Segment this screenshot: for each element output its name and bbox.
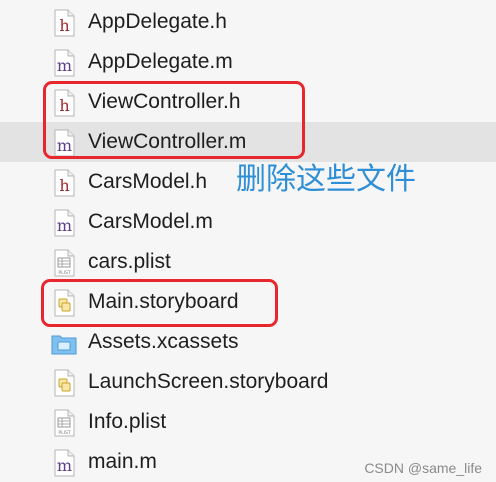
implementation-file-icon: m <box>51 49 77 77</box>
delete-files-annotation: 删除这些文件 <box>236 162 416 197</box>
highlight-box-main-storyboard <box>41 279 278 327</box>
highlight-box-viewcontroller <box>43 81 305 159</box>
header-file-icon: h <box>51 169 77 197</box>
header-file-icon: h <box>51 9 77 37</box>
svg-text:h: h <box>59 176 69 195</box>
implementation-file-icon: m <box>51 209 77 237</box>
file-name-label: CarsModel.m <box>88 210 213 233</box>
file-name-label: LaunchScreen.storyboard <box>88 370 329 393</box>
file-name-label: cars.plist <box>88 250 171 273</box>
asset-catalog-folder-icon <box>51 329 77 357</box>
file-name-label: CarsModel.h <box>88 170 208 193</box>
storyboard-file-icon <box>51 369 77 397</box>
file-row[interactable]: LaunchScreen.storyboard <box>0 362 496 402</box>
svg-text:m: m <box>57 456 72 475</box>
plist-file-icon: PLIST <box>51 409 77 437</box>
file-name-label: main.m <box>88 450 157 473</box>
file-row[interactable]: PLIST Info.plist <box>0 402 496 442</box>
file-name-label: AppDelegate.m <box>88 50 233 73</box>
file-name-label: Info.plist <box>88 410 167 433</box>
svg-text:m: m <box>57 216 72 235</box>
file-row[interactable]: m CarsModel.m <box>0 202 496 242</box>
file-row[interactable]: m AppDelegate.m <box>0 42 496 82</box>
implementation-file-icon: m <box>51 449 77 477</box>
svg-text:PLIST: PLIST <box>58 430 70 436</box>
file-name-label: AppDelegate.h <box>88 10 227 33</box>
file-name-label: Assets.xcassets <box>88 330 239 353</box>
file-row[interactable]: PLIST cars.plist <box>0 242 496 282</box>
plist-file-icon: PLIST <box>51 249 77 277</box>
watermark: CSDN @same_life <box>364 460 482 476</box>
file-row[interactable]: Assets.xcassets <box>0 322 496 362</box>
file-row[interactable]: h AppDelegate.h <box>0 2 496 42</box>
svg-text:PLIST: PLIST <box>58 270 70 276</box>
svg-text:m: m <box>57 56 72 75</box>
svg-text:h: h <box>59 16 69 35</box>
